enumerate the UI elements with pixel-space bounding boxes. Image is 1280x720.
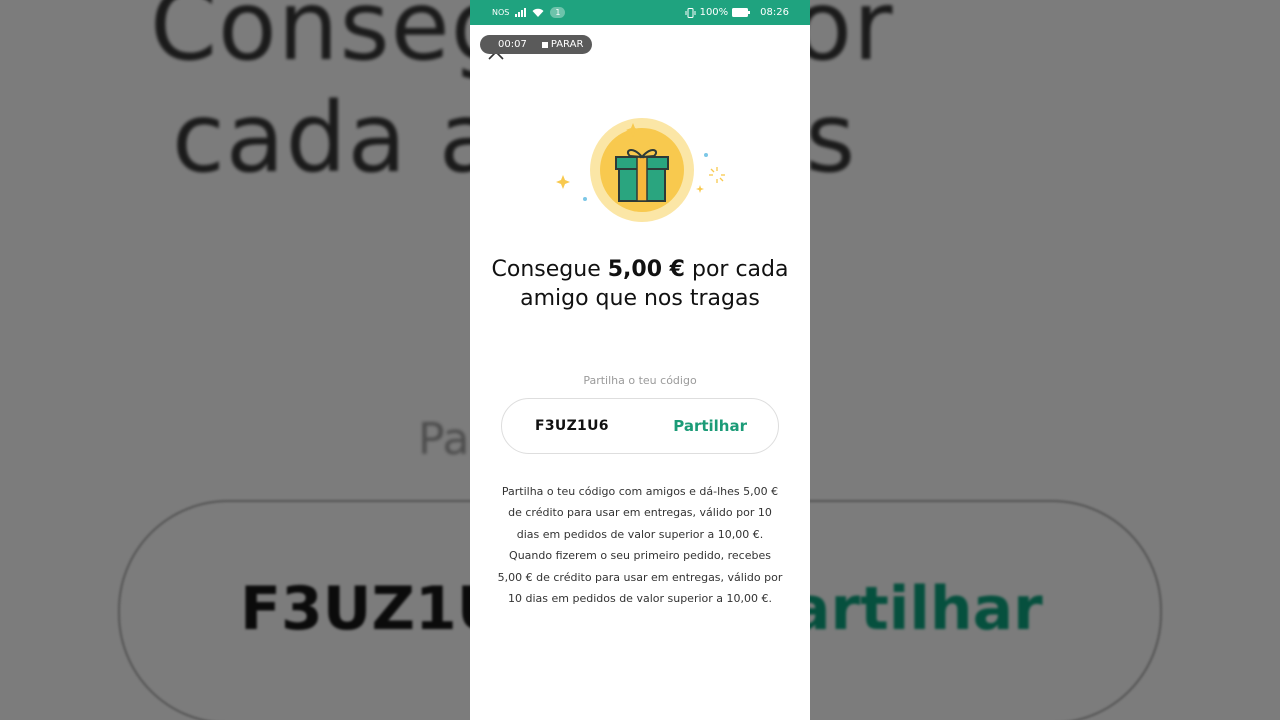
- phone-screen: NOS 1 100% 08:26 00:07 PARAR Consegue 5,…: [470, 0, 810, 720]
- stop-icon: [541, 41, 548, 48]
- notification-badge: 1: [550, 7, 566, 18]
- vibrate-icon: [685, 7, 696, 18]
- page-title: Consegue 5,00 € por cada amigo que nos t…: [490, 255, 790, 313]
- status-bar: NOS 1 100% 08:26: [470, 0, 810, 25]
- title-amount: 5,00 €: [607, 257, 685, 282]
- screen-recorder-pill[interactable]: 00:07 PARAR: [480, 35, 592, 54]
- battery-icon: [732, 8, 751, 17]
- wifi-icon: [532, 8, 544, 17]
- carrier-label: NOS: [492, 8, 510, 17]
- referral-code-box: F3UZ1U6 Partilhar: [501, 398, 779, 454]
- title-prefix: Consegue: [491, 257, 608, 282]
- referral-code[interactable]: F3UZ1U6: [535, 418, 609, 434]
- clock: 08:26: [760, 7, 789, 18]
- gift-icon: [556, 118, 725, 222]
- backdrop-share: artilhar: [790, 574, 1043, 644]
- signal-icon: [515, 8, 527, 17]
- share-button[interactable]: Partilhar: [673, 417, 747, 435]
- share-code-label: Partilha o teu código: [583, 374, 697, 387]
- referral-description: Partilha o teu código com amigos e dá-lh…: [497, 485, 783, 606]
- battery-percent: 100%: [699, 7, 729, 18]
- recorder-elapsed: 00:07: [498, 39, 527, 50]
- recorder-stop-button[interactable]: PARAR: [551, 39, 584, 50]
